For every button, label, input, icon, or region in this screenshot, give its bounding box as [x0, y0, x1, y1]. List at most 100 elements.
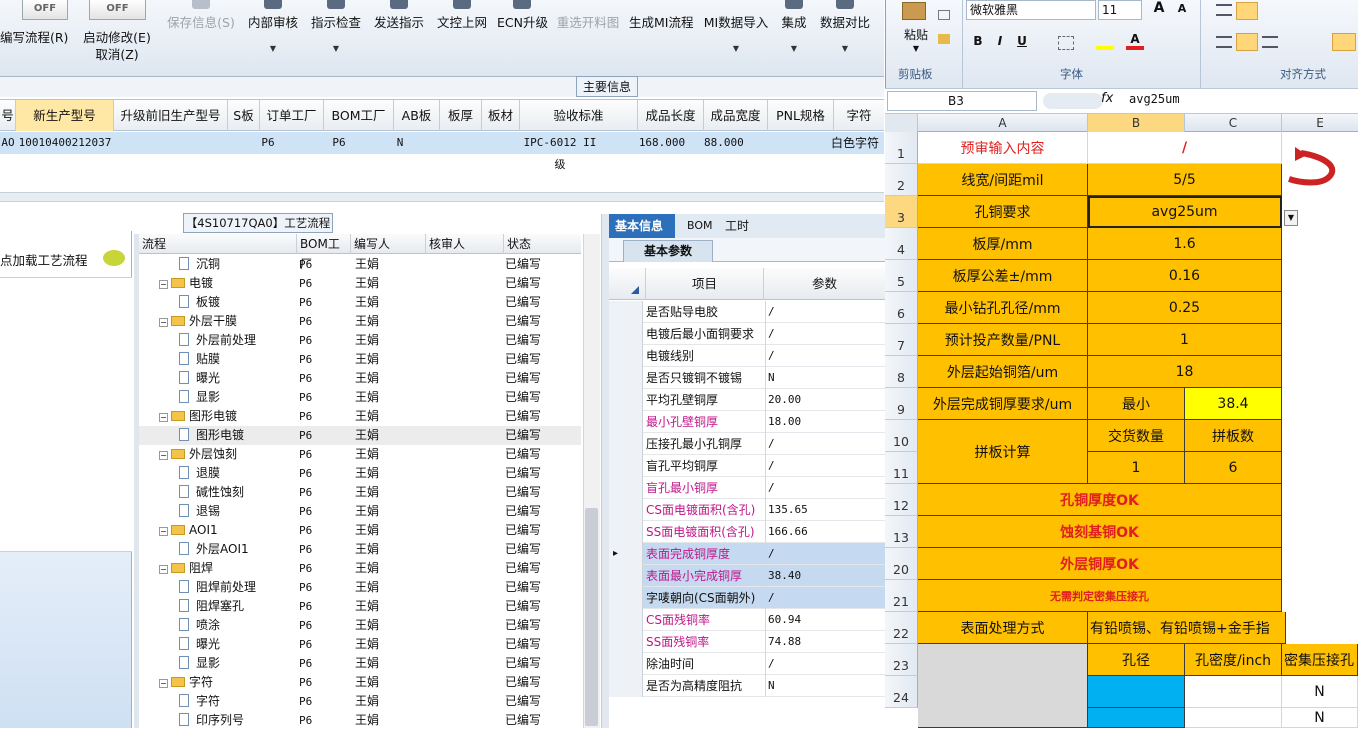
sheet-cell-c9[interactable]: 38.4	[1185, 388, 1282, 420]
merge-icon[interactable]	[1332, 33, 1356, 51]
col-header-e[interactable]: E	[1282, 114, 1358, 132]
tree-row[interactable]: 贴膜 P6 王娟 已编写	[139, 350, 581, 369]
col-header-b[interactable]: B	[1088, 114, 1185, 132]
col-header[interactable]: BOM工厂	[296, 234, 350, 271]
sheet-cell-w25[interactable]	[1185, 708, 1282, 728]
speech-bubble-icon[interactable]	[103, 250, 125, 266]
tree-row[interactable]: − 电镀 P6 王娟 已编写	[139, 274, 581, 293]
collapse-icon[interactable]: −	[159, 565, 168, 574]
scrollbar-thumb[interactable]	[585, 508, 598, 726]
param-row[interactable]: 字唛朝向(CS面朝外) /	[609, 587, 885, 609]
row-header[interactable]: 2	[885, 164, 918, 196]
tree-row[interactable]: 显影 P6 王娟 已编写	[139, 654, 581, 673]
param-row[interactable]: 是否为高精度阻抗 N	[609, 675, 885, 697]
tree-node[interactable]: 外层前处理	[179, 331, 256, 350]
param-value[interactable]: /	[765, 543, 775, 565]
col-header-c[interactable]: C	[1185, 114, 1282, 132]
tab-bom[interactable]: BOM	[681, 214, 715, 238]
italic-icon[interactable]: I	[992, 34, 1008, 50]
tree-node[interactable]: 曝光	[179, 369, 220, 388]
param-value[interactable]: /	[765, 653, 775, 675]
tree-row[interactable]: 字符 P6 王娟 已编写	[139, 692, 581, 711]
row-header[interactable]: 1	[885, 132, 918, 164]
sheet-cell-a1[interactable]: 预审输入内容	[918, 132, 1088, 164]
col-header[interactable]: 流程	[139, 234, 296, 254]
tree-row[interactable]: 退锡 P6 王娟 已编写	[139, 502, 581, 521]
row-header[interactable]: 10	[885, 420, 918, 452]
col-header[interactable]: 号	[0, 100, 16, 131]
collapse-icon[interactable]: −	[159, 527, 168, 536]
table-row[interactable]: AO 10010400212037 P6 P6 N IPC-6012 II级 1…	[0, 132, 884, 171]
collapse-icon[interactable]: −	[159, 451, 168, 460]
flow-title-tab[interactable]: 【4S10717QA0】工艺流程	[183, 213, 333, 233]
collapse-icon[interactable]: −	[159, 318, 168, 327]
tree-node[interactable]: 曝光	[179, 635, 220, 654]
copy-icon[interactable]	[938, 10, 950, 20]
tree-node[interactable]: − AOI1	[159, 521, 218, 540]
data-compare-button[interactable]: 数据对比 ▼	[818, 0, 872, 77]
col-header[interactable]: 板材	[482, 100, 520, 131]
generate-mi-button[interactable]: 生成MI流程	[629, 0, 693, 77]
tree-row[interactable]: − 阻焊 P6 王娟 已编写	[139, 559, 581, 578]
col-header[interactable]: 成品长度	[638, 100, 704, 131]
sheet-cell-b4[interactable]: 1.6	[1088, 228, 1282, 260]
bold-icon[interactable]: B	[970, 34, 986, 50]
internal-audit-button[interactable]: 内部审核 ▼	[246, 0, 300, 77]
sheet-cell-a22[interactable]: 表面处理方式	[918, 612, 1088, 644]
col-header[interactable]: 订单工厂	[260, 100, 324, 131]
param-row[interactable]: SS面电镀面积(含孔) 166.66	[609, 521, 885, 543]
col-header[interactable]: BOM工厂	[324, 100, 394, 131]
shrink-font-icon[interactable]: A	[1172, 2, 1192, 20]
sheet-cell-b9[interactable]: 最小	[1088, 388, 1185, 420]
param-row[interactable]: 最小孔壁铜厚 18.00	[609, 411, 885, 433]
sheet-cell-e23[interactable]: 密集压接孔	[1282, 644, 1358, 676]
param-value[interactable]: 18.00	[765, 411, 801, 433]
sheet-cell-b2[interactable]: 5/5	[1088, 164, 1282, 196]
tree-node[interactable]: 喷涂	[179, 616, 220, 635]
format-painter-icon[interactable]	[938, 34, 950, 44]
param-value[interactable]: 166.66	[765, 521, 808, 543]
param-value[interactable]: /	[765, 323, 775, 345]
param-row[interactable]: 除油时间 /	[609, 653, 885, 675]
font-color-icon[interactable]: A	[1126, 32, 1144, 50]
write-flow-button[interactable]: 编写流程(R)	[0, 0, 68, 77]
tree-node[interactable]: 板镀	[179, 293, 220, 312]
param-row[interactable]: 是否只镀铜不镀锡 N	[609, 367, 885, 389]
tree-row[interactable]: 碱性蚀刻 P6 王娟 已编写	[139, 483, 581, 502]
param-row[interactable]: 电镀线别 /	[609, 345, 885, 367]
instruction-check-button[interactable]: 指示检查 ▼	[309, 0, 363, 77]
param-row[interactable]: 盲孔平均铜厚 /	[609, 455, 885, 477]
param-row[interactable]: 盲孔最小铜厚 /	[609, 477, 885, 499]
tree-node[interactable]: 字符	[179, 692, 220, 711]
row-header[interactable]: 12	[885, 484, 918, 516]
row-header[interactable]: 3	[885, 196, 918, 228]
sheet-cell-a7[interactable]: 预计投产数量/PNL	[918, 324, 1088, 356]
row-header[interactable]: 9	[885, 388, 918, 420]
param-value[interactable]: 38.40	[765, 565, 801, 587]
param-row[interactable]: 平均孔壁铜厚 20.00	[609, 389, 885, 411]
tree-row[interactable]: 沉铜 P6 王娟 已编写	[139, 255, 581, 274]
param-value[interactable]: /	[765, 477, 775, 499]
reselect-cutting-button[interactable]: 重选开料图	[555, 0, 621, 77]
row-header[interactable]: 6	[885, 292, 918, 324]
tree-node[interactable]: − 字符	[159, 673, 213, 692]
tree-row[interactable]: 板镀 P6 王娟 已编写	[139, 293, 581, 312]
col-header-a[interactable]: A	[918, 114, 1088, 132]
sheet-cell-gray23[interactable]	[918, 644, 1088, 728]
tree-row[interactable]: 显影 P6 王娟 已编写	[139, 388, 581, 407]
align-top-icon[interactable]	[1216, 4, 1232, 16]
sheet-cell-r13[interactable]: 蚀刻基铜OK	[918, 516, 1282, 548]
main-info-tab[interactable]: 主要信息	[576, 76, 638, 97]
param-value[interactable]: 74.88	[765, 631, 801, 653]
collapse-icon[interactable]: −	[159, 280, 168, 289]
formula-input[interactable]: avg25um	[1129, 92, 1180, 106]
sheet-cell-b23[interactable]: 孔径	[1088, 644, 1185, 676]
param-value[interactable]: /	[765, 345, 775, 367]
tab-work-hours[interactable]: 工时	[719, 214, 759, 238]
param-row[interactable]: ▸ 表面完成铜厚度 /	[609, 543, 885, 565]
param-row[interactable]: CS面电镀面积(含孔) 135.65	[609, 499, 885, 521]
tree-row[interactable]: − 图形电镀 P6 王娟 已编写	[139, 407, 581, 426]
auto-modify-button[interactable]: 启动修改(E) 取消(Z)	[80, 0, 154, 77]
row-header[interactable]: 23	[885, 644, 918, 676]
col-header[interactable]: 成品宽度	[704, 100, 768, 131]
